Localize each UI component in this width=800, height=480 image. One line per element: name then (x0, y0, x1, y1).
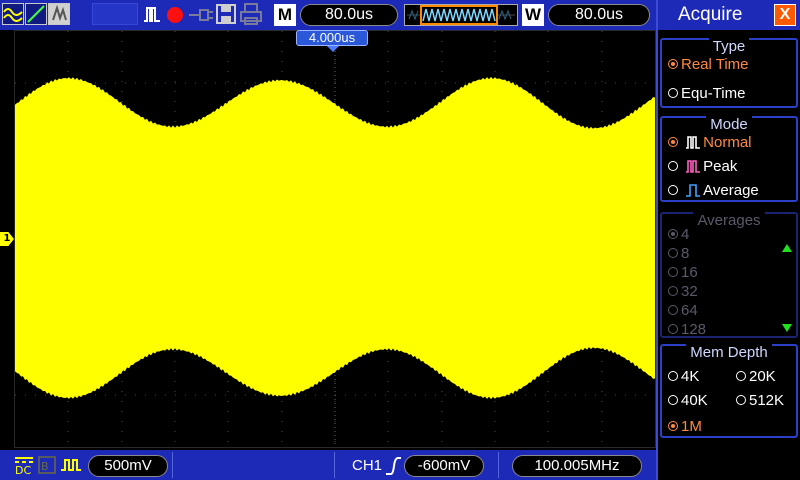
radio-selected-icon (668, 421, 678, 431)
peak-mode-icon (686, 160, 701, 173)
acquire-normal-icon (142, 3, 164, 25)
persist-icon[interactable] (48, 3, 70, 25)
trigger-level[interactable]: -600mV (404, 455, 484, 477)
svg-text:DC: DC (15, 464, 31, 476)
averages-option-128: 128 (668, 321, 706, 339)
trigger-position-label[interactable]: 4.000us (296, 30, 368, 46)
mode-option-peak[interactable]: Peak (668, 158, 737, 176)
averages-header: Averages (693, 212, 765, 229)
divider (172, 452, 173, 478)
average-mode-icon (686, 184, 701, 197)
mode-option-normal[interactable]: Normal (668, 134, 752, 152)
mem-depth-option-512k[interactable]: 512K (736, 392, 784, 410)
ch1-ground-marker[interactable]: 1 (0, 232, 14, 246)
window-timebase-value[interactable]: 80.0us (548, 4, 650, 26)
radio-selected-icon (668, 59, 678, 69)
divider (498, 452, 499, 478)
type-option-equ-time[interactable]: Equ-Time (668, 85, 745, 103)
radio-icon (668, 395, 678, 405)
radio-icon (668, 286, 678, 296)
radio-selected-icon (668, 229, 678, 239)
acquire-menu: Acquire X Type Real Time Equ-Time Mode N… (656, 0, 800, 480)
mem-depth-option-4k[interactable]: 4K (668, 368, 699, 386)
radio-icon (668, 248, 678, 258)
averages-option-64: 64 (668, 302, 698, 320)
ch1-trace (15, 76, 655, 400)
radio-icon (668, 267, 678, 277)
mem-depth-section: Mem Depth 4K 20K 40K 512K 1M (660, 344, 798, 438)
averages-section: Averages 4 8 16 32 64 128 (660, 212, 798, 338)
mem-depth-header: Mem Depth (686, 344, 772, 361)
rising-edge-icon (384, 456, 402, 476)
print-icon[interactable] (240, 3, 262, 25)
type-section: Type Real Time Equ-Time (660, 38, 798, 108)
bandwidth-limit-icon: B (38, 456, 56, 474)
waveform-grid-and-trace (15, 31, 655, 447)
run-stop-indicator-icon[interactable] (166, 3, 186, 25)
scroll-up-icon[interactable] (782, 244, 792, 252)
radio-icon (668, 371, 678, 381)
ramp-icon[interactable] (25, 3, 47, 25)
invert-icon (60, 456, 82, 474)
trigger-plug-icon (188, 3, 214, 25)
radio-selected-icon (668, 137, 678, 147)
mode-section: Mode Normal Peak Average (660, 116, 798, 202)
divider (334, 452, 335, 478)
memory-window-overview[interactable] (404, 4, 518, 26)
trigger-position-arrow-icon (327, 46, 339, 52)
averages-option-32: 32 (668, 283, 698, 301)
blank-slot (92, 3, 138, 25)
mem-depth-option-1m[interactable]: 1M (668, 418, 702, 436)
averages-option-4: 4 (668, 226, 689, 244)
radio-icon (668, 185, 678, 195)
radio-icon (668, 88, 678, 98)
radio-icon (736, 395, 746, 405)
mode-option-average[interactable]: Average (668, 182, 759, 200)
close-icon[interactable]: X (774, 4, 796, 26)
window-timebase-label: W (522, 4, 544, 26)
waveform-icon[interactable] (2, 3, 24, 25)
svg-text:B: B (41, 460, 49, 473)
radio-icon (668, 324, 678, 334)
main-timebase-label: M (274, 4, 296, 26)
radio-icon (668, 161, 678, 171)
trigger-source[interactable]: CH1 (352, 455, 382, 477)
waveform-display[interactable] (14, 30, 656, 448)
bottom-status-bar: DC B 500mV CH1 -600mV 100.005MHz (0, 450, 656, 480)
averages-option-8: 8 (668, 245, 689, 263)
mode-header: Mode (706, 116, 752, 133)
type-option-real-time[interactable]: Real Time (668, 56, 749, 74)
mem-depth-option-20k[interactable]: 20K (736, 368, 776, 386)
ch1-volts-per-div[interactable]: 500mV (88, 455, 168, 477)
type-header: Type (708, 38, 750, 55)
main-timebase-value[interactable]: 80.0us (300, 4, 398, 26)
scroll-down-icon[interactable] (782, 324, 792, 332)
top-toolbar: M 80.0us W 80.0us (0, 0, 656, 30)
radio-icon (668, 305, 678, 315)
dc-coupling-icon: DC (14, 454, 34, 477)
radio-icon (736, 371, 746, 381)
normal-mode-icon (686, 136, 701, 149)
save-icon[interactable] (216, 3, 236, 25)
averages-option-16: 16 (668, 264, 698, 282)
mem-depth-option-40k[interactable]: 40K (668, 392, 708, 410)
frequency-counter: 100.005MHz (512, 455, 642, 477)
